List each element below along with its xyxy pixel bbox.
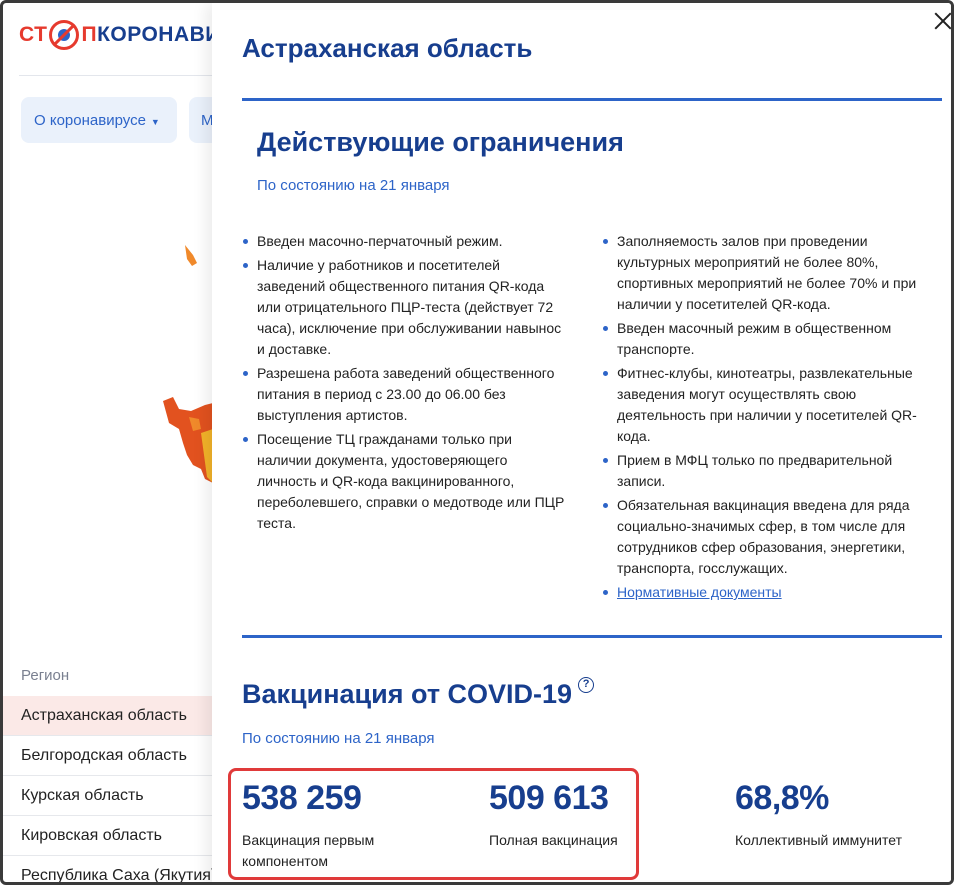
logo-text-koronavirus: КОРОНАВИ xyxy=(97,23,221,46)
site-logo[interactable]: СТ П КОРОНАВИ xyxy=(19,17,221,53)
region-row-astrakhan[interactable]: Астраханская область xyxy=(3,696,213,736)
list-item: Прием в МФЦ только по предварительной за… xyxy=(603,450,923,492)
browser-frame: СТ П КОРОНАВИ О коронавирусе ▼ М Регион … xyxy=(0,0,954,885)
logo-text-p: П xyxy=(81,23,98,46)
stat-label: Коллективный иммунитет xyxy=(735,832,902,848)
stat-herd-immunity: 68,8% Коллективный иммунитет xyxy=(735,779,945,851)
region-detail-panel: Астраханская область Действующие огранич… xyxy=(212,3,951,882)
region-row-kursk[interactable]: Курская область xyxy=(3,776,213,816)
close-icon[interactable] xyxy=(931,9,951,33)
nav-about-coronavirus-button[interactable]: О коронавирусе ▼ xyxy=(21,97,177,143)
header-divider xyxy=(19,75,219,76)
list-item: Наличие у работников и посетителей завед… xyxy=(243,255,568,360)
panel-title: Астраханская область xyxy=(242,33,533,63)
list-item: Разрешена работа заведений общественного… xyxy=(243,363,568,426)
list-item: Фитнес-клубы, кинотеатры, развлекательны… xyxy=(603,363,923,447)
stat-full-vaccination: 509 613 Полная вакцинация xyxy=(489,779,689,851)
list-item: Заполняемость залов при проведении культ… xyxy=(603,231,923,315)
virus-icon xyxy=(49,20,80,50)
region-row-kirov[interactable]: Кировская область xyxy=(3,816,213,856)
vaccination-title: Вакцинация от COVID-19? xyxy=(242,677,595,710)
region-column-header: Регион xyxy=(21,667,70,684)
logo-text-st: СТ xyxy=(19,23,48,46)
caret-down-icon: ▼ xyxy=(150,116,160,127)
russia-map-fragment xyxy=(163,245,213,483)
stat-first-component: 538 259 Вакцинация первым компонентом xyxy=(242,779,442,872)
restrictions-date: По состоянию на 21 января xyxy=(257,177,450,194)
stat-label: Вакцинация первым компонентом xyxy=(242,832,375,869)
stat-label: Полная вакцинация xyxy=(489,832,618,848)
stat-value: 68,8% xyxy=(735,779,829,817)
nav-about-label: О коронавирусе xyxy=(34,111,146,129)
restrictions-list-right: Заполняемость залов при проведении культ… xyxy=(603,231,923,606)
list-item-docs: Нормативные документы xyxy=(603,582,923,603)
restrictions-list-left: Введен масочно-перчаточный режим. Наличи… xyxy=(243,231,568,537)
list-item: Обязательная вакцинация введена для ряда… xyxy=(603,495,923,579)
stat-value: 538 259 xyxy=(242,779,362,817)
vaccination-date: По состоянию на 21 января xyxy=(242,730,435,747)
normative-documents-link[interactable]: Нормативные документы xyxy=(617,584,782,600)
stat-value: 509 613 xyxy=(489,779,609,817)
list-item: Посещение ТЦ гражданами только при налич… xyxy=(243,429,568,534)
vaccination-title-text: Вакцинация от COVID-19 xyxy=(242,679,573,709)
list-item: Введен масочно-перчаточный режим. xyxy=(243,231,568,252)
region-row-belgorod[interactable]: Белгородская область xyxy=(3,736,213,776)
section-divider-middle xyxy=(242,635,942,638)
help-icon[interactable]: ? xyxy=(578,677,595,693)
restrictions-title: Действующие ограничения xyxy=(257,127,624,157)
section-divider-top xyxy=(242,98,942,101)
region-row-yakutia[interactable]: Республика Саха (Якутия) xyxy=(3,856,216,883)
list-item: Введен масочный режим в общественном тра… xyxy=(603,318,923,360)
